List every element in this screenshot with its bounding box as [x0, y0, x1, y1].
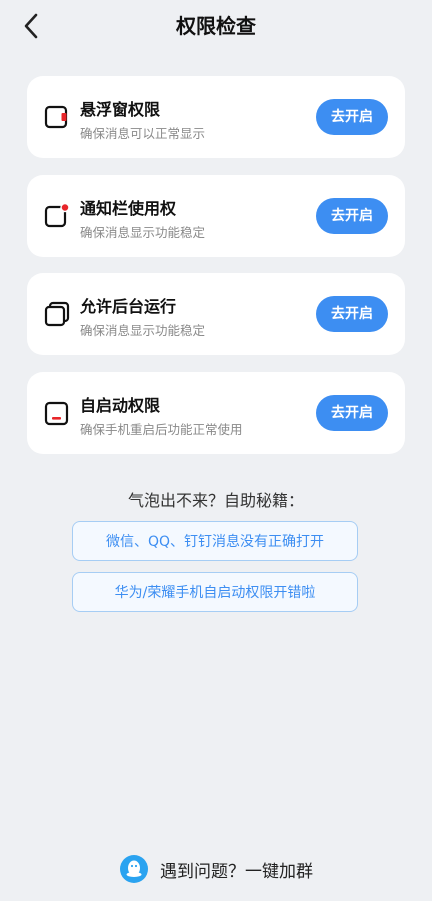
- permission-card-floating-window: 悬浮窗权限 确保消息可以正常显示 去开启: [27, 76, 405, 158]
- join-group-text: 遇到问题？一键加群: [160, 861, 313, 882]
- permission-card-notification: 通知栏使用权 确保消息显示功能稳定 去开启: [27, 175, 405, 257]
- permission-desc: 确保消息显示功能稳定: [80, 225, 206, 240]
- enable-background-run-button[interactable]: 去开启: [316, 296, 388, 332]
- auto-start-icon: [44, 401, 69, 426]
- enable-floating-window-button[interactable]: 去开启: [316, 99, 388, 135]
- help-link-message-open[interactable]: 微信、QQ、钉钉消息没有正确打开: [72, 521, 358, 561]
- enable-auto-start-button[interactable]: 去开启: [316, 395, 388, 431]
- enable-notification-button[interactable]: 去开启: [316, 198, 388, 234]
- permission-desc: 确保消息显示功能稳定: [80, 323, 206, 338]
- permission-card-auto-start: 自启动权限 确保手机重启后功能正常使用 去开启: [27, 372, 405, 454]
- permission-name: 允许后台运行: [80, 297, 177, 316]
- header: 权限检查: [0, 0, 432, 52]
- help-title: 气泡出不来？自助秘籍：: [127, 491, 304, 510]
- permission-desc: 确保消息可以正常显示: [80, 126, 206, 141]
- help-link-huawei-autostart[interactable]: 华为/荣耀手机自启动权限开错啦: [72, 572, 358, 612]
- permission-name: 悬浮窗权限: [80, 100, 161, 119]
- permission-name: 自启动权限: [80, 396, 161, 415]
- floating-window-icon: [44, 105, 68, 129]
- notification-icon: [44, 202, 70, 228]
- permission-name: 通知栏使用权: [80, 199, 177, 218]
- join-group-link[interactable]: 遇到问题？一键加群: [120, 853, 313, 885]
- qq-icon: [120, 855, 148, 883]
- permission-desc: 确保手机重启后功能正常使用: [80, 422, 243, 437]
- permission-card-background-run: 允许后台运行 确保消息显示功能稳定 去开启: [27, 273, 405, 355]
- background-run-icon: [44, 301, 70, 327]
- page-title: 权限检查: [176, 14, 256, 38]
